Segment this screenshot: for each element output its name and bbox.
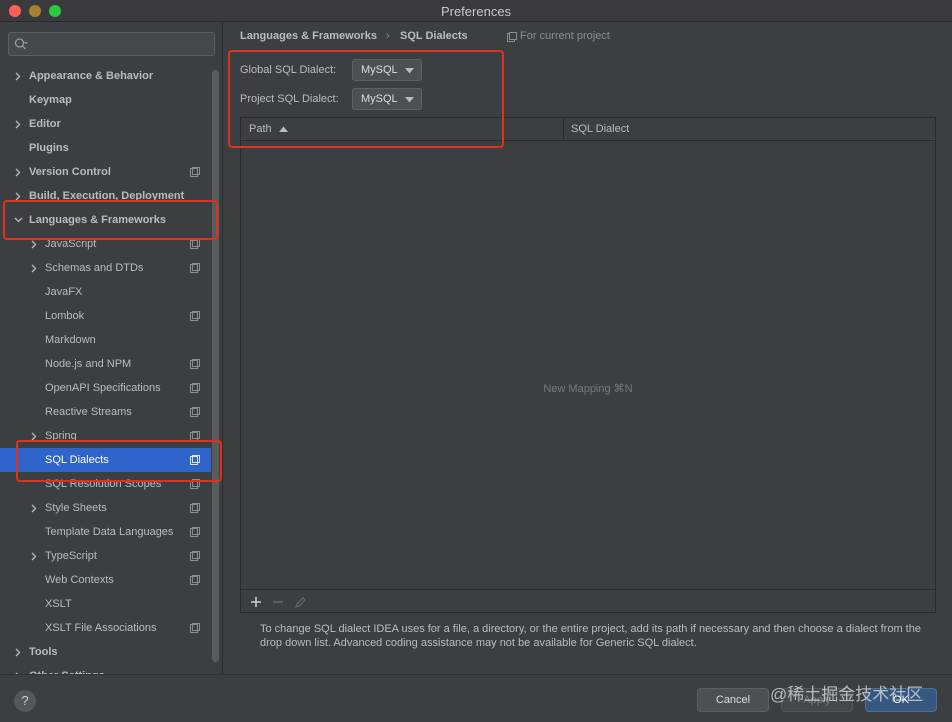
sidebar-item-label: Other Settings bbox=[29, 664, 105, 674]
sidebar-item[interactable]: Plugins bbox=[0, 136, 210, 160]
cancel-button[interactable]: Cancel bbox=[697, 688, 769, 712]
annotation-box-dialects bbox=[228, 50, 504, 148]
sidebar-item[interactable]: XSLT File Associations bbox=[0, 616, 210, 640]
sidebar-item-label: TypeScript bbox=[45, 550, 97, 562]
sidebar-item-label: Markdown bbox=[45, 334, 96, 346]
minus-icon bbox=[273, 601, 283, 603]
sidebar-item[interactable]: OpenAPI Specifications bbox=[0, 376, 210, 400]
project-scope-icon bbox=[190, 623, 200, 633]
sidebar-item-label: Tools bbox=[29, 646, 58, 658]
project-scope-icon bbox=[190, 263, 200, 273]
sidebar-item-label: Web Contexts bbox=[45, 574, 114, 586]
sidebar-item-label: Editor bbox=[29, 118, 61, 130]
window-title: Preferences bbox=[440, 4, 512, 19]
sidebar-item-label: XSLT File Associations bbox=[45, 622, 157, 634]
project-scope-icon bbox=[190, 527, 200, 537]
breadcrumb-parent[interactable]: Languages & Frameworks bbox=[240, 30, 377, 42]
settings-search-input[interactable] bbox=[8, 32, 215, 56]
sidebar-item[interactable]: Schemas and DTDs bbox=[0, 256, 210, 280]
sidebar-item[interactable]: XSLT bbox=[0, 592, 210, 616]
project-scope-icon bbox=[190, 383, 200, 393]
add-mapping-button[interactable] bbox=[247, 593, 265, 611]
sidebar-item[interactable]: Lombok bbox=[0, 304, 210, 328]
table-toolbar bbox=[240, 589, 936, 613]
sidebar-item-label: XSLT bbox=[45, 598, 72, 610]
column-divider bbox=[563, 118, 564, 141]
breadcrumb-current: SQL Dialects bbox=[400, 30, 468, 42]
sidebar-item[interactable]: TypeScript bbox=[0, 544, 210, 568]
chevron-right-icon[interactable] bbox=[13, 664, 23, 674]
annotation-box-sql-dialects bbox=[16, 440, 222, 482]
help-button[interactable]: ? bbox=[14, 690, 36, 712]
watermark-text: @稀土掘金技术社区 bbox=[770, 685, 924, 704]
chevron-right-icon[interactable] bbox=[29, 544, 39, 568]
sidebar-item-label: Node.js and NPM bbox=[45, 358, 132, 370]
remove-mapping-button[interactable] bbox=[269, 593, 287, 611]
chevron-right-icon[interactable] bbox=[13, 640, 23, 664]
sidebar-item[interactable]: Markdown bbox=[0, 328, 210, 352]
project-scope-icon bbox=[507, 32, 517, 42]
chevron-right-icon[interactable] bbox=[13, 160, 23, 184]
sidebar-item-label: Schemas and DTDs bbox=[45, 262, 144, 274]
sidebar-item-label: Reactive Streams bbox=[45, 406, 132, 418]
column-header-sql-dialect[interactable]: SQL Dialect bbox=[571, 123, 629, 135]
sidebar-item[interactable]: Style Sheets bbox=[0, 496, 210, 520]
chevron-right-icon[interactable] bbox=[13, 64, 23, 88]
path-dialect-table[interactable]: Path SQL Dialect New Mapping ⌘N bbox=[240, 117, 936, 613]
breadcrumb-separator: › bbox=[386, 30, 390, 42]
edit-mapping-button[interactable] bbox=[291, 593, 309, 611]
project-scope-icon bbox=[190, 239, 200, 249]
sidebar-item-label: Template Data Languages bbox=[45, 526, 174, 538]
settings-sidebar: Appearance & Behavior Keymap Editor Plugins… bbox=[0, 22, 223, 674]
project-scope-icon bbox=[190, 551, 200, 561]
sidebar-item[interactable]: Other Settings bbox=[0, 664, 210, 674]
plus-icon bbox=[251, 597, 261, 607]
sidebar-item[interactable]: Web Contexts bbox=[0, 568, 210, 592]
project-scope-icon bbox=[190, 359, 200, 369]
chevron-right-icon[interactable] bbox=[29, 496, 39, 520]
help-description: To change SQL dialect IDEA uses for a fi… bbox=[260, 623, 921, 649]
sidebar-item[interactable]: Node.js and NPM bbox=[0, 352, 210, 376]
project-scope-icon bbox=[190, 503, 200, 513]
sidebar-item-label: Appearance & Behavior bbox=[29, 70, 154, 82]
sidebar-item-label: Style Sheets bbox=[45, 502, 107, 514]
sidebar-item-label: OpenAPI Specifications bbox=[45, 382, 161, 394]
project-scope-icon bbox=[190, 167, 200, 177]
sidebar-item[interactable]: Editor bbox=[0, 112, 210, 136]
project-scope-icon bbox=[190, 575, 200, 585]
annotation-box-languages bbox=[3, 200, 218, 240]
sidebar-item[interactable]: Tools bbox=[0, 640, 210, 664]
sidebar-item[interactable]: Template Data Languages bbox=[0, 520, 210, 544]
window-titlebar: Preferences bbox=[0, 0, 952, 22]
scope-label: For current project bbox=[520, 30, 610, 42]
sidebar-item[interactable]: Keymap bbox=[0, 88, 210, 112]
sidebar-item[interactable]: Reactive Streams bbox=[0, 400, 210, 424]
project-scope-icon bbox=[190, 407, 200, 417]
sql-dialects-panel: Languages & Frameworks › SQL Dialects Fo… bbox=[224, 22, 952, 674]
project-scope-icon bbox=[190, 311, 200, 321]
chevron-right-icon[interactable] bbox=[29, 256, 39, 280]
pencil-icon bbox=[295, 597, 306, 608]
search-icon bbox=[14, 38, 28, 50]
sidebar-item-label: JavaFX bbox=[45, 286, 83, 298]
sidebar-scrollbar[interactable] bbox=[212, 70, 219, 662]
sidebar-item[interactable]: JavaFX bbox=[0, 280, 210, 304]
chevron-right-icon[interactable] bbox=[13, 112, 23, 136]
sidebar-item[interactable]: Version Control bbox=[0, 160, 210, 184]
empty-table-hint[interactable]: New Mapping ⌘N bbox=[241, 382, 935, 395]
sidebar-item-label: Version Control bbox=[29, 166, 111, 178]
sidebar-item-label: Plugins bbox=[29, 142, 69, 154]
sidebar-item[interactable]: Appearance & Behavior bbox=[0, 64, 210, 88]
sidebar-item-label: Keymap bbox=[29, 94, 72, 106]
sidebar-item-label: Lombok bbox=[45, 310, 85, 322]
